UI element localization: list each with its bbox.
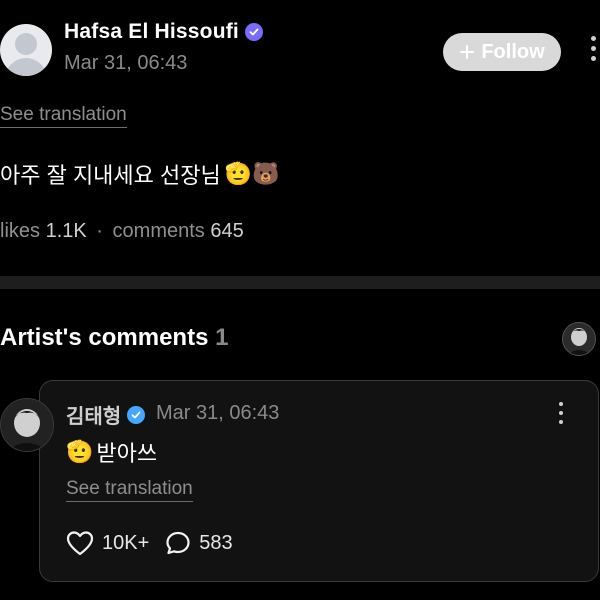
artist-comments-count: 1	[215, 324, 229, 351]
follow-button[interactable]: Follow	[443, 33, 561, 71]
comment-actions: 10K+ 583	[66, 530, 233, 556]
artist-comments-title: Artist's comments	[0, 324, 209, 351]
comments-label: comments	[112, 220, 205, 242]
post-text: 아주 잘 지내세요 선장님	[0, 163, 221, 188]
post-author[interactable]: Hafsa El Hissoufi	[64, 20, 263, 44]
verified-badge-icon	[127, 405, 146, 424]
follow-label: Follow	[481, 40, 545, 63]
more-vertical-icon[interactable]	[557, 402, 565, 428]
artist-avatar-small[interactable]	[562, 322, 596, 356]
post-author-name[interactable]: Hafsa El Hissoufi	[64, 20, 239, 44]
reply-button[interactable]: 583	[165, 530, 233, 556]
comment-author[interactable]: 김태형	[66, 400, 146, 429]
like-button[interactable]: 10K+	[66, 530, 149, 556]
see-translation-link[interactable]: See translation	[0, 104, 127, 128]
comment-body: 🫡 받아쓰	[66, 436, 157, 468]
section-divider	[0, 276, 600, 289]
stats-separator: ·	[96, 220, 103, 242]
avatar-placeholder-head	[15, 33, 37, 55]
artist-comments-heading: Artist's comments 1	[0, 324, 228, 352]
author-avatar[interactable]	[0, 24, 52, 76]
like-count: 10K+	[102, 531, 150, 554]
more-vertical-icon[interactable]	[586, 36, 600, 72]
comment-text: 받아쓰	[96, 441, 158, 466]
comment-author-name[interactable]: 김태형	[66, 400, 121, 429]
comment-timestamp: Mar 31, 06:43	[156, 402, 280, 424]
post-timestamp: Mar 31, 06:43	[64, 52, 188, 74]
post-body: 아주 잘 지내세요 선장님 🫡🐻	[0, 158, 280, 190]
plus-icon	[460, 45, 475, 59]
post-emoji: 🫡🐻	[224, 161, 280, 186]
comment-bubble-icon	[166, 531, 190, 555]
comment-see-translation-link[interactable]: See translation	[66, 478, 193, 502]
likes-label: likes	[0, 220, 41, 242]
reply-count: 583	[199, 531, 233, 554]
commenter-avatar[interactable]	[0, 398, 54, 452]
likes-count[interactable]: 1.1K	[46, 220, 87, 242]
heart-icon	[66, 531, 94, 556]
comments-count[interactable]: 645	[210, 220, 243, 242]
verified-badge-icon	[244, 23, 263, 41]
post-stats: likes 1.1K · comments 645	[0, 220, 244, 243]
comment-emoji: 🫡	[66, 439, 94, 464]
avatar-placeholder-body	[5, 58, 47, 76]
